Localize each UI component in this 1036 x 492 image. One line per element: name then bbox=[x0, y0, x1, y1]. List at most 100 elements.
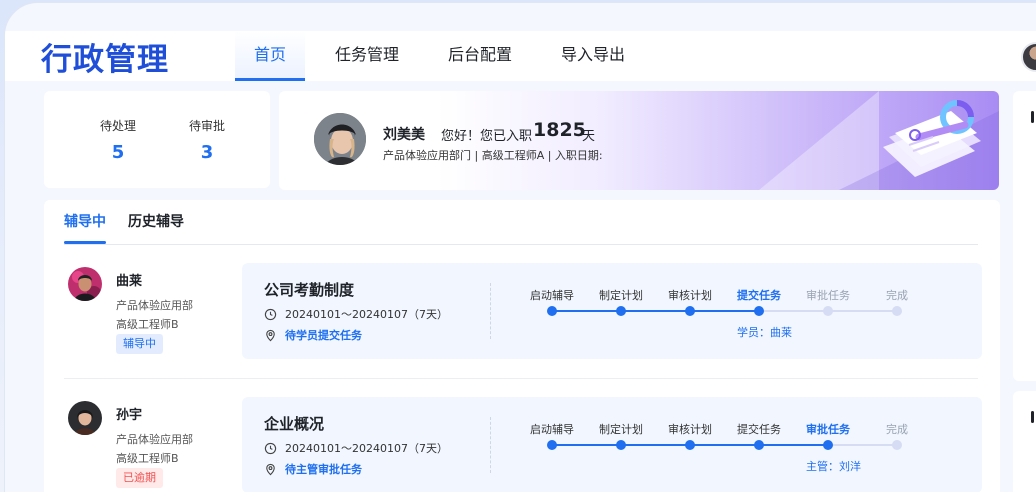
step-dot bbox=[685, 440, 695, 450]
main-nav: 首页 任务管理 后台配置 导入导出 bbox=[235, 31, 644, 81]
profile-banner: 刘美美 您好！您已入职 1825 天 产品体验应用部门 | 高级工程师A | 入… bbox=[279, 91, 999, 190]
step-dot bbox=[754, 440, 764, 450]
profile-avatar bbox=[312, 111, 368, 167]
task-card[interactable]: 企业概况 20240101～20240107（7天） 待主管审批任务 主管：刘洋… bbox=[242, 397, 982, 492]
task-card[interactable]: 公司考勤制度 20240101～20240107（7天） 待学员提交任务 学员：… bbox=[242, 263, 982, 359]
trainee-name: 孙宇 bbox=[116, 408, 143, 423]
step-dot bbox=[685, 306, 695, 316]
step-connector bbox=[621, 444, 690, 446]
progress-step: 审批任务 bbox=[788, 287, 868, 303]
profile-name: 刘美美 bbox=[383, 127, 425, 143]
task-date-text: 20240101～20240107（7天） bbox=[285, 308, 448, 321]
task-title: 公司考勤制度 bbox=[264, 281, 355, 299]
stat-approval-label: 待审批 bbox=[188, 119, 225, 133]
step-note: 主管：刘洋 bbox=[806, 460, 861, 473]
profile-days-unit: 天 bbox=[582, 129, 596, 144]
progress-step: 提交任务 bbox=[719, 421, 799, 437]
step-label: 启动辅导 bbox=[530, 289, 574, 302]
stats-card: 待处理 5 待审批 3 bbox=[44, 91, 270, 188]
progress-step: 审核计划 bbox=[650, 421, 730, 437]
nav-item-task-management[interactable]: 任务管理 bbox=[316, 31, 418, 81]
tabs-divider bbox=[64, 244, 978, 245]
tab-history-coaching[interactable]: 历史辅导 bbox=[128, 200, 184, 244]
trainee-name: 曲莱 bbox=[116, 274, 143, 289]
trainee-title: 高级工程师B bbox=[116, 452, 179, 465]
task-status: 待主管审批任务 bbox=[264, 461, 362, 477]
step-dot bbox=[616, 440, 626, 450]
nav-item-import-export[interactable]: 导入导出 bbox=[542, 31, 644, 81]
tab-in-coaching[interactable]: 辅导中 bbox=[64, 200, 106, 244]
coaching-row: 曲莱 产品体验应用部 高级工程师B 辅导中 公司考勤制度 20240101～20… bbox=[64, 263, 982, 373]
step-connector bbox=[552, 310, 621, 312]
progress-step: 审核计划 bbox=[650, 287, 730, 303]
side-card-marker bbox=[1031, 111, 1034, 123]
profile-greeting: 您好！您已入职 bbox=[441, 129, 533, 144]
progress-step: 启动辅导 bbox=[512, 421, 592, 437]
row-divider bbox=[64, 378, 978, 379]
step-label: 完成 bbox=[886, 423, 908, 436]
progress-steps: 主管：刘洋 启动辅导 制定计划 审核计划 提交任务 审批任务 完成 bbox=[530, 421, 938, 481]
stat-pending[interactable]: 待处理 5 bbox=[88, 117, 148, 163]
profile-days-count: 1825 bbox=[533, 119, 586, 141]
task-date: 20240101～20240107（7天） bbox=[264, 440, 448, 456]
top-header: 行政管理 首页 任务管理 后台配置 导入导出 bbox=[5, 31, 1036, 81]
task-status-text: 待主管审批任务 bbox=[285, 463, 362, 476]
task-title: 企业概况 bbox=[264, 415, 325, 433]
step-label: 审核计划 bbox=[668, 423, 712, 436]
step-label: 启动辅导 bbox=[530, 423, 574, 436]
step-connector bbox=[828, 310, 897, 312]
step-connector bbox=[690, 310, 759, 312]
profile-meta: 产品体验应用部门 | 高级工程师A | 入职日期: bbox=[383, 149, 603, 162]
trainee-avatar bbox=[68, 267, 102, 301]
step-dot bbox=[892, 440, 902, 450]
step-label: 审批任务 bbox=[806, 289, 850, 302]
step-dot bbox=[892, 306, 902, 316]
side-card-marker bbox=[1031, 411, 1034, 423]
stat-approval[interactable]: 待审批 3 bbox=[177, 117, 237, 163]
progress-step: 提交任务 bbox=[719, 287, 799, 303]
nav-item-backend-config[interactable]: 后台配置 bbox=[429, 31, 531, 81]
task-divider bbox=[490, 283, 491, 339]
task-divider bbox=[490, 417, 491, 473]
step-dot bbox=[547, 440, 557, 450]
coaching-row: 孙宇 产品体验应用部 高级工程师B 已逾期 企业概况 20240101～2024… bbox=[64, 397, 982, 492]
progress-step: 完成 bbox=[857, 287, 937, 303]
step-label: 提交任务 bbox=[737, 423, 781, 436]
step-label: 审核计划 bbox=[668, 289, 712, 302]
task-status-text: 待学员提交任务 bbox=[285, 329, 362, 342]
coaching-panel: 辅导中 历史辅导 曲莱 产品体验应用部 高级工程师B 辅导中 公司考勤制度 20… bbox=[44, 200, 1000, 492]
task-status: 待学员提交任务 bbox=[264, 327, 362, 343]
nav-item-home[interactable]: 首页 bbox=[235, 31, 306, 81]
trainee-avatar bbox=[68, 401, 102, 435]
stat-pending-label: 待处理 bbox=[99, 119, 136, 133]
side-card bbox=[1013, 391, 1036, 492]
stat-approval-value: 3 bbox=[200, 142, 214, 163]
step-note: 学员：曲莱 bbox=[737, 326, 792, 339]
user-avatar[interactable] bbox=[1021, 42, 1036, 72]
step-label: 提交任务 bbox=[737, 289, 781, 302]
step-connector bbox=[828, 444, 897, 446]
progress-step: 制定计划 bbox=[581, 421, 661, 437]
clock-icon bbox=[264, 308, 277, 320]
status-badge: 已逾期 bbox=[116, 468, 163, 488]
stat-pending-value: 5 bbox=[111, 142, 125, 163]
task-date-text: 20240101～20240107（7天） bbox=[285, 442, 448, 455]
task-date: 20240101～20240107（7天） bbox=[264, 306, 448, 322]
step-dot bbox=[823, 306, 833, 316]
coaching-tabs: 辅导中 历史辅导 bbox=[64, 200, 184, 244]
step-label: 制定计划 bbox=[599, 423, 643, 436]
clock-icon bbox=[264, 442, 277, 454]
app-logo-title: 行政管理 bbox=[41, 42, 169, 78]
status-badge: 辅导中 bbox=[116, 334, 163, 354]
step-dot bbox=[754, 306, 764, 316]
progress-step: 完成 bbox=[857, 421, 937, 437]
location-pin-icon bbox=[266, 329, 275, 341]
step-connector bbox=[759, 444, 828, 446]
step-dot bbox=[547, 306, 557, 316]
progress-step: 启动辅导 bbox=[512, 287, 592, 303]
step-label: 审批任务 bbox=[806, 423, 850, 436]
step-connector bbox=[759, 310, 828, 312]
progress-step: 制定计划 bbox=[581, 287, 661, 303]
trainee-dept: 产品体验应用部 bbox=[116, 433, 193, 446]
step-dot bbox=[823, 440, 833, 450]
